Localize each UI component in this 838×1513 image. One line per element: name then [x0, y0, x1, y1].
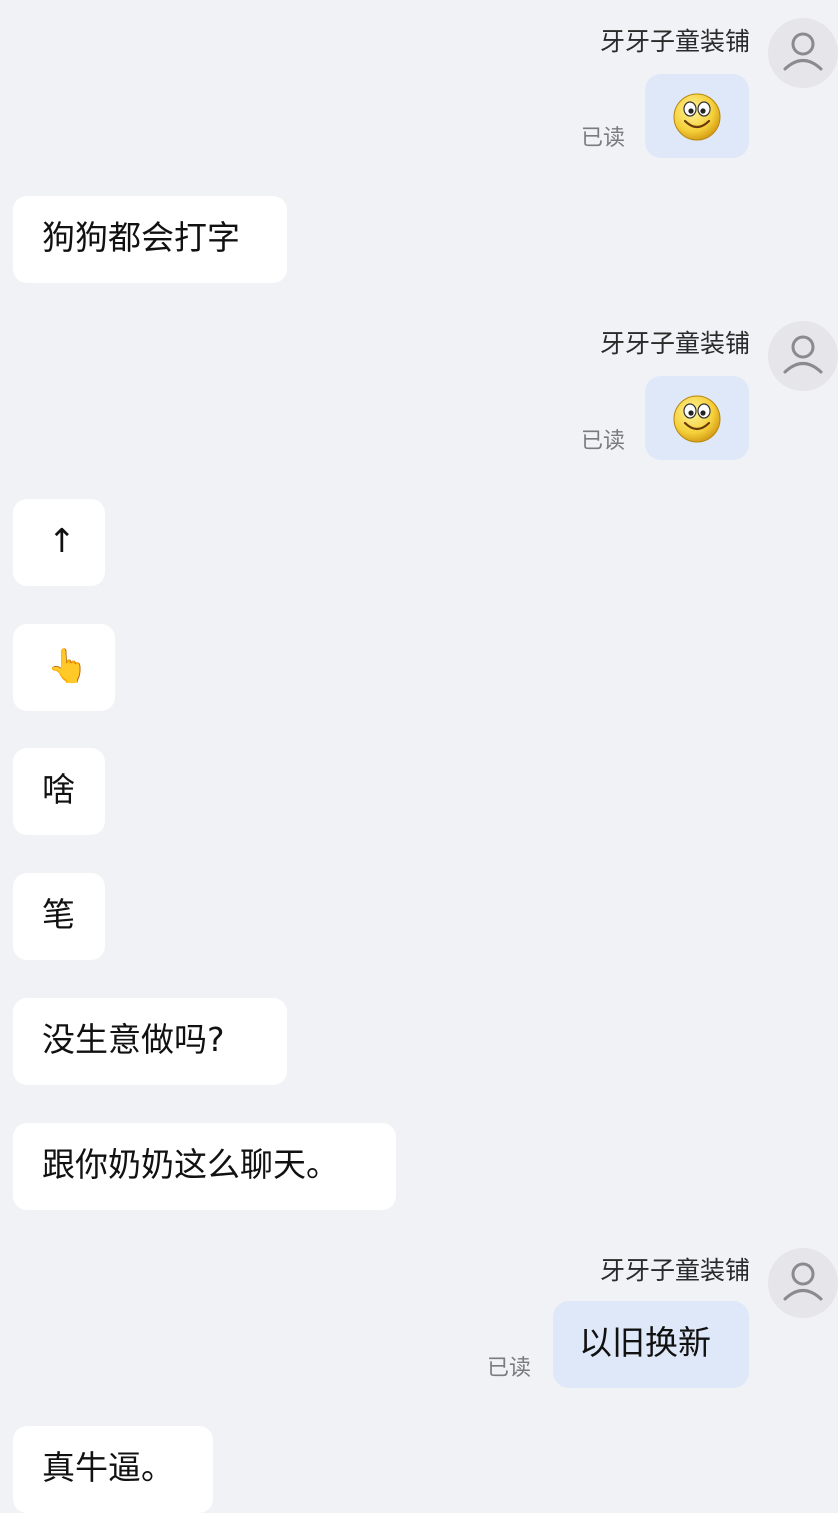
- message-bubble-outgoing[interactable]: [645, 376, 749, 460]
- read-status: 已读: [581, 126, 626, 151]
- message-bubble-incoming[interactable]: ↑: [13, 499, 105, 586]
- message-bubble-outgoing[interactable]: [645, 74, 749, 158]
- message-bubble-incoming[interactable]: 跟你奶奶这么聊天。: [13, 1123, 396, 1210]
- message-text: 笔: [42, 895, 75, 934]
- message-text: 以旧换新: [579, 1323, 711, 1362]
- message-bubble-incoming[interactable]: 真牛逼。: [13, 1426, 213, 1513]
- sender-name: 牙牙子童装铺: [599, 27, 750, 56]
- sender-name: 牙牙子童装铺: [599, 1256, 750, 1285]
- message-bubble-incoming[interactable]: 笔: [13, 873, 105, 960]
- message-text: 真牛逼。: [42, 1448, 174, 1487]
- sender-name: 牙牙子童装铺: [599, 329, 750, 358]
- message-bubble-incoming[interactable]: 啥: [13, 748, 105, 835]
- message-bubble-outgoing[interactable]: 以旧换新: [553, 1301, 749, 1388]
- read-status: 已读: [487, 1356, 532, 1381]
- message-text: 啥: [42, 770, 75, 809]
- message-text: 跟你奶奶这么聊天。: [42, 1145, 339, 1184]
- avatar[interactable]: [768, 18, 838, 88]
- message-text: ↑: [48, 521, 76, 560]
- message-text: 没生意做吗?: [42, 1020, 225, 1059]
- pointing-up-emoji: 👆: [47, 646, 89, 685]
- message-text: 狗狗都会打字: [42, 218, 240, 257]
- user-icon: [783, 32, 823, 71]
- smile-emoji-icon: [673, 395, 721, 443]
- chat-thread: 牙牙子童装铺 已读 狗狗都会打字 牙牙子童装铺 已读 ↑ 👆 啥 笔 没生意做吗…: [0, 0, 838, 1513]
- avatar[interactable]: [768, 1248, 838, 1318]
- smile-emoji-icon: [673, 93, 721, 141]
- user-icon: [783, 335, 823, 374]
- user-icon: [783, 1262, 823, 1301]
- message-bubble-incoming[interactable]: 狗狗都会打字: [13, 196, 287, 283]
- message-bubble-incoming[interactable]: 没生意做吗?: [13, 998, 287, 1085]
- read-status: 已读: [581, 429, 626, 454]
- avatar[interactable]: [768, 321, 838, 391]
- message-bubble-incoming[interactable]: 👆: [13, 624, 115, 711]
